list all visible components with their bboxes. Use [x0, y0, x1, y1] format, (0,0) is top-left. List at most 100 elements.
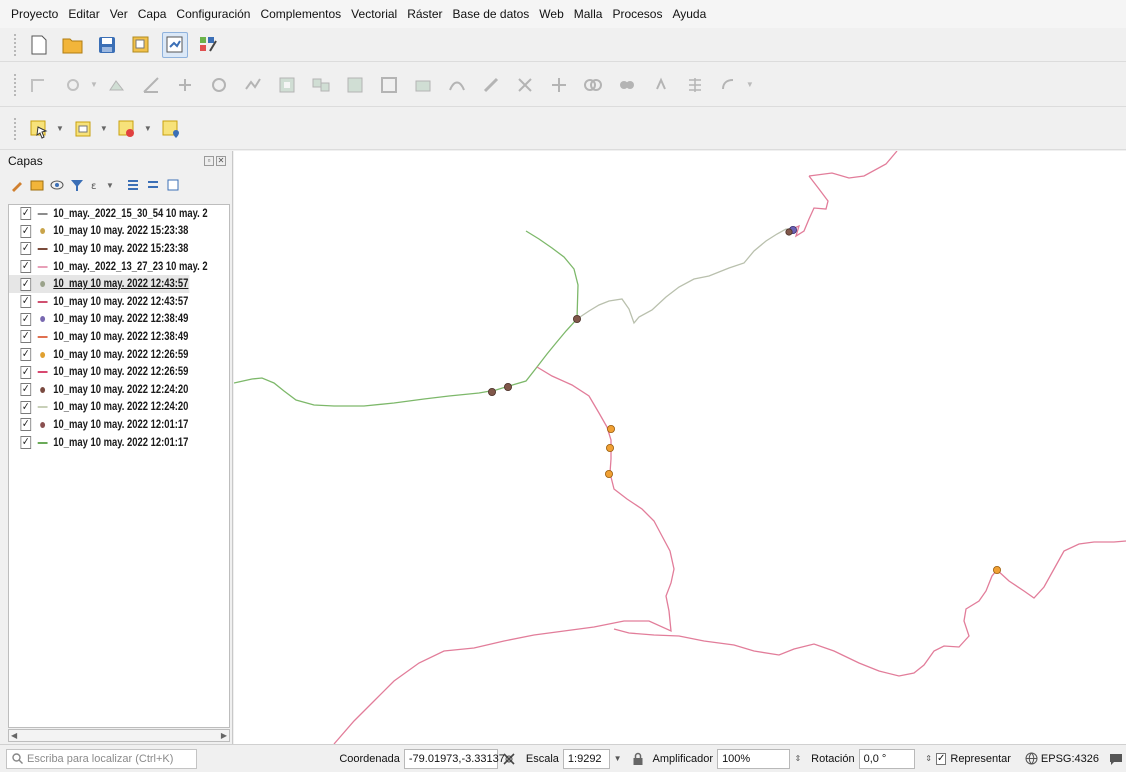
chevron-down-icon[interactable]: ▼: [90, 80, 98, 89]
reshape-button[interactable]: [444, 72, 470, 98]
split-parts-button[interactable]: [546, 72, 572, 98]
menu-item-malla[interactable]: Malla: [569, 7, 608, 21]
layer-visibility-checkbox[interactable]: ✓: [20, 348, 32, 362]
merge-attributes-button[interactable]: [614, 72, 640, 98]
chevron-down-icon[interactable]: ▼: [106, 181, 114, 190]
align-button[interactable]: [682, 72, 708, 98]
layer-visibility-checkbox[interactable]: ✓: [20, 383, 32, 397]
float-panel-icon[interactable]: ▫: [204, 156, 214, 166]
layer-item[interactable]: ✓ 10_may 10 may. 2022 12:01:17: [9, 416, 189, 434]
curve-tool-button[interactable]: [716, 72, 742, 98]
layer-item[interactable]: ✓ 10_may 10 may. 2022 12:38:49: [9, 328, 189, 346]
layer-visibility-checkbox[interactable]: ✓: [20, 418, 32, 432]
layer-item[interactable]: ✓ 10_may 10 may. 2022 12:38:49: [9, 311, 189, 329]
render-checkbox[interactable]: ✓: [935, 752, 947, 765]
vertex-tool-button[interactable]: [104, 72, 130, 98]
spin-arrows-icon[interactable]: ⇕: [794, 754, 801, 763]
toggle-extents-icon[interactable]: [501, 751, 517, 767]
offset-curve-button[interactable]: [478, 72, 504, 98]
menu-item-ver[interactable]: Ver: [105, 7, 133, 21]
layer-visibility-checkbox[interactable]: ✓: [20, 330, 32, 344]
layer-visibility-checkbox[interactable]: ✓: [20, 436, 32, 450]
menu-item-procesos[interactable]: Procesos: [607, 7, 667, 21]
coordinate-field[interactable]: -79.01973,-3.33137: [403, 748, 505, 769]
chevron-down-icon[interactable]: ▼: [614, 754, 622, 763]
layer-visibility-checkbox[interactable]: ✓: [20, 277, 32, 291]
split-features-button[interactable]: [512, 72, 538, 98]
layer-item[interactable]: ✓ 10_may 10 may. 2022 12:24:20: [9, 399, 189, 417]
select-by-location-button[interactable]: [158, 116, 184, 142]
save-project-button[interactable]: [94, 32, 120, 58]
layer-item[interactable]: ✓ 10_may 10 may. 2022 12:43:57: [9, 293, 189, 311]
fill-ring-button[interactable]: [342, 72, 368, 98]
locator-search-input[interactable]: Escriba para localizar (Ctrl+K): [6, 748, 198, 769]
layer-item[interactable]: ✓ 10_may._2022_13_27_23 10 may. 2: [9, 258, 208, 276]
close-icon[interactable]: ✕: [216, 156, 226, 166]
layer-item[interactable]: ✓ 10_may 10 may. 2022 12:26:59: [9, 363, 189, 381]
deselect-features-button[interactable]: [114, 116, 140, 142]
layer-visibility-checkbox[interactable]: ✓: [20, 224, 32, 238]
delete-ring-button[interactable]: [376, 72, 402, 98]
layer-item[interactable]: ✓ 10_may 10 may. 2022 12:43:57: [9, 275, 190, 293]
rotate-feature-button[interactable]: [206, 72, 232, 98]
expand-all-icon[interactable]: [126, 178, 140, 192]
style-manager-button[interactable]: [196, 32, 222, 58]
menu-item-ayuda[interactable]: Ayuda: [667, 7, 711, 21]
messages-icon[interactable]: [1109, 752, 1123, 766]
menu-item-editar[interactable]: Editar: [63, 7, 104, 21]
layer-item[interactable]: ✓ 10_may 10 may. 2022 12:26:59: [9, 346, 189, 364]
layer-item[interactable]: ✓ 10_may 10 may. 2022 12:01:17: [9, 434, 189, 452]
collapse-all-icon[interactable]: [146, 178, 160, 192]
layer-visibility-checkbox[interactable]: ✓: [20, 295, 32, 309]
layer-item[interactable]: ✓ 10_may 10 may. 2022 12:24:20: [9, 381, 189, 399]
delete-part-button[interactable]: [410, 72, 436, 98]
move-feature-button[interactable]: [172, 72, 198, 98]
select-features-button[interactable]: [26, 116, 52, 142]
spin-arrows-icon[interactable]: ⇕: [925, 754, 932, 763]
toolbar-grip[interactable]: [14, 117, 18, 140]
add-point-button[interactable]: [60, 72, 86, 98]
simplify-feature-button[interactable]: [240, 72, 266, 98]
rotate-symbols-button[interactable]: [648, 72, 674, 98]
manage-map-themes-icon[interactable]: [50, 178, 64, 192]
add-part-button[interactable]: [308, 72, 334, 98]
layer-item[interactable]: ✓ 10_may 10 may. 2022 15:23:38: [9, 223, 189, 241]
menu-item-ráster[interactable]: Ráster: [402, 7, 447, 21]
add-group-icon[interactable]: [30, 178, 44, 192]
crs-label[interactable]: EPSG:4326: [1041, 753, 1099, 765]
new-print-layout-button[interactable]: [128, 32, 154, 58]
chevron-down-icon[interactable]: ▼: [746, 80, 754, 89]
layer-visibility-checkbox[interactable]: ✓: [20, 400, 32, 414]
scroll-left-icon[interactable]: ◀: [11, 731, 17, 740]
select-by-value-button[interactable]: [70, 116, 96, 142]
menu-item-vectorial[interactable]: Vectorial: [346, 7, 402, 21]
lock-icon[interactable]: [632, 752, 644, 766]
menu-item-base-de-datos[interactable]: Base de datos: [448, 7, 535, 21]
map-canvas[interactable]: [234, 151, 1126, 744]
measure-angle-button[interactable]: [138, 72, 164, 98]
rotation-spinbox[interactable]: 0,0 °: [858, 748, 916, 769]
magnifier-spinbox[interactable]: 100%: [717, 748, 791, 769]
merge-features-button[interactable]: [580, 72, 606, 98]
add-ring-button[interactable]: [274, 72, 300, 98]
menu-item-web[interactable]: Web: [534, 7, 568, 21]
menu-item-complementos[interactable]: Complementos: [255, 7, 346, 21]
scale-combobox[interactable]: 1:9292: [562, 748, 610, 769]
filter-legend-icon[interactable]: [70, 178, 84, 192]
layer-item[interactable]: ✓ 10_may._2022_15_30_54 10 may. 2: [9, 205, 208, 223]
layer-visibility-checkbox[interactable]: ✓: [20, 242, 32, 256]
style-layer-icon[interactable]: [10, 178, 24, 192]
scroll-right-icon[interactable]: ▶: [221, 731, 227, 740]
layer-visibility-checkbox[interactable]: ✓: [20, 260, 32, 274]
layer-item[interactable]: ✓ 10_may 10 may. 2022 15:23:38: [9, 240, 189, 258]
filter-expression-icon[interactable]: ε: [90, 178, 104, 192]
toolbar-grip[interactable]: [14, 33, 18, 56]
menu-item-capa[interactable]: Capa: [133, 7, 172, 21]
chevron-down-icon[interactable]: ▼: [56, 124, 64, 133]
open-project-button[interactable]: [60, 32, 86, 58]
layout-manager-button[interactable]: [162, 31, 188, 58]
layer-visibility-checkbox[interactable]: ✓: [20, 312, 32, 326]
menu-item-configuración[interactable]: Configuración: [171, 7, 255, 21]
chevron-down-icon[interactable]: ▼: [144, 124, 152, 133]
layer-tree-horizontal-scrollbar[interactable]: ◀ ▶: [8, 729, 230, 742]
